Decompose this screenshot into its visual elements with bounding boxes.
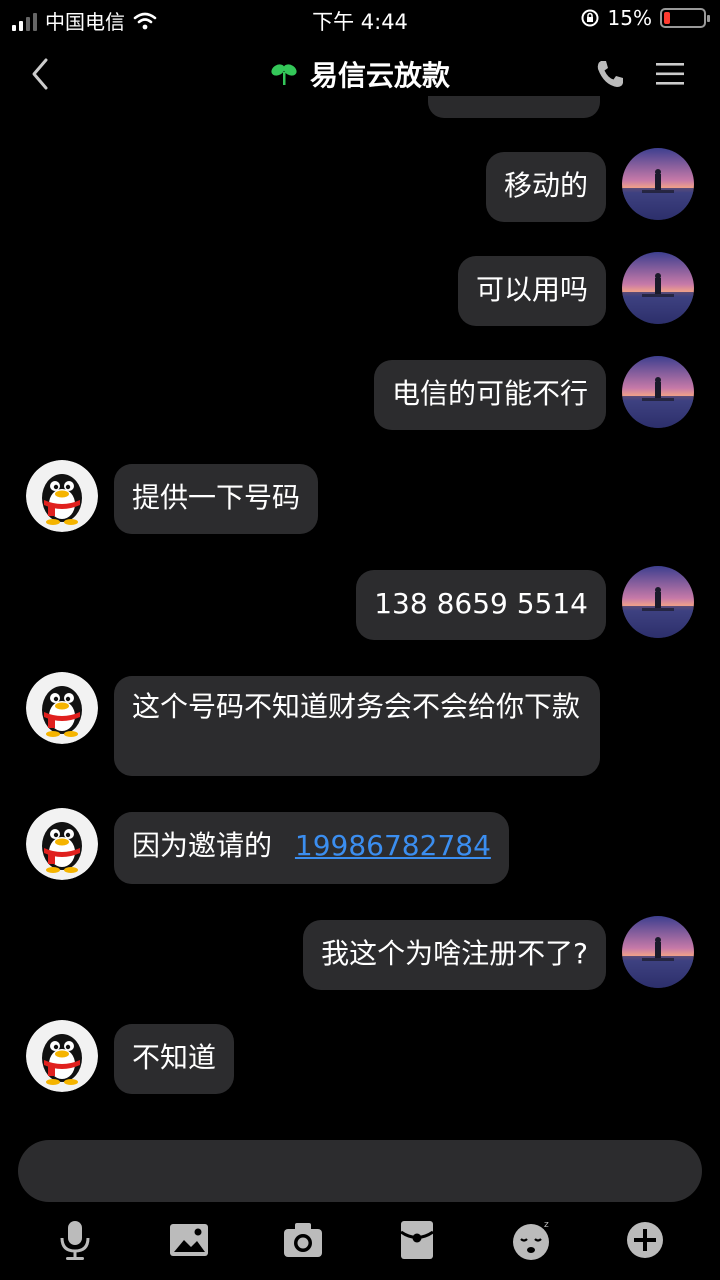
message-bubble-other[interactable]: 提供一下号码: [114, 464, 319, 534]
contact-avatar[interactable]: [26, 1020, 98, 1092]
message-bubble-other[interactable]: 因为邀请的 19986782784: [114, 812, 509, 884]
chat-title: 易信云放款: [309, 59, 450, 92]
phone-number-link[interactable]: 19986782784: [295, 829, 491, 862]
self-avatar[interactable]: [622, 916, 694, 988]
microphone-icon[interactable]: [53, 1218, 97, 1262]
battery-percent: 15%: [607, 6, 652, 30]
phone-icon[interactable]: [592, 56, 628, 92]
message-text: 提供一下号码: [132, 481, 301, 514]
message-bubble-self[interactable]: 我这个为啥注册不了?: [303, 920, 606, 990]
message-text: 可以用吗: [475, 273, 588, 306]
message-text: 不知道: [132, 1041, 217, 1074]
contact-avatar[interactable]: [26, 808, 98, 880]
plus-icon[interactable]: [623, 1218, 667, 1262]
red-packet-icon[interactable]: [395, 1218, 439, 1262]
sprout-icon: [271, 64, 297, 85]
emoji-icon[interactable]: z: [509, 1218, 553, 1262]
self-avatar[interactable]: [622, 252, 694, 324]
self-avatar[interactable]: [622, 566, 694, 638]
menu-icon[interactable]: [654, 58, 686, 90]
message-text: 138 8659 5514: [374, 587, 588, 620]
message-bubble-self[interactable]: 可以用吗: [457, 256, 606, 326]
message-bubble-self[interactable]: 138 8659 5514: [356, 570, 606, 640]
message-bubble-self[interactable]: 电信的可能不行: [373, 360, 606, 430]
message-bubble-self[interactable]: 移动的: [485, 152, 606, 222]
message-text: 因为邀请的: [132, 829, 273, 862]
nav-bar: 易信云放款: [0, 40, 720, 110]
message-text: 我这个为啥注册不了?: [321, 937, 588, 970]
previous-message-bubble: [428, 96, 600, 118]
orientation-lock-icon: [581, 9, 599, 27]
message-bubble-other[interactable]: 不知道: [114, 1024, 235, 1094]
contact-avatar[interactable]: [26, 460, 98, 532]
message-text: 这个号码不知道财务会不会给你下款: [132, 690, 581, 723]
camera-icon[interactable]: [281, 1218, 325, 1262]
contact-avatar[interactable]: [26, 672, 98, 744]
self-avatar[interactable]: [622, 148, 694, 220]
status-right: 15%: [580, 6, 710, 30]
battery-fill: [664, 12, 670, 24]
svg-text:z: z: [544, 1220, 549, 1230]
message-input[interactable]: [18, 1140, 702, 1202]
self-avatar[interactable]: [622, 356, 694, 428]
battery-icon: [660, 8, 710, 28]
status-bar: 中国电信 下午 4:44 15%: [0, 0, 720, 40]
message-text: 电信的可能不行: [391, 377, 588, 410]
image-icon[interactable]: [167, 1218, 211, 1262]
message-text: 移动的: [503, 169, 588, 202]
message-bubble-other[interactable]: 这个号码不知道财务会不会给你下款: [114, 676, 600, 776]
